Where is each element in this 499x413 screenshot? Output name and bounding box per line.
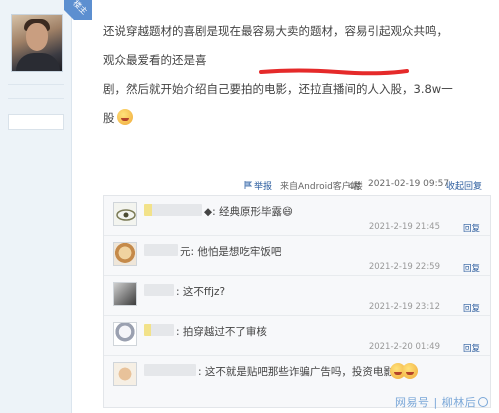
reply-text: : 拍穿越过不了审核 bbox=[176, 326, 267, 338]
avatar-face bbox=[26, 23, 48, 51]
reply-avatar[interactable] bbox=[113, 362, 137, 386]
divider bbox=[8, 84, 64, 85]
reply-username-blurred[interactable] bbox=[144, 244, 178, 256]
reply-username-blurred[interactable] bbox=[144, 364, 196, 376]
netease-watermark: 网易号 | 柳林后 bbox=[395, 394, 489, 410]
reply-time: 2021-2-19 21:45 bbox=[368, 222, 440, 232]
collapse-replies-link[interactable]: 收起回复 bbox=[446, 179, 482, 192]
op-badge: 楼主 bbox=[64, 0, 92, 20]
reply-avatar[interactable] bbox=[113, 242, 137, 266]
reply-item: ◆: 经典原形毕露😄 2021-2-19 21:45 回复 bbox=[104, 196, 490, 236]
reply-text: ◆: 经典原形毕露😄 bbox=[204, 206, 293, 218]
reply-avatar[interactable] bbox=[113, 282, 137, 306]
reply-avatar[interactable] bbox=[113, 202, 137, 226]
reply-time: 2021-2-20 01:49 bbox=[368, 342, 440, 352]
divider bbox=[8, 98, 64, 99]
reply-text: : 这不ffjz? bbox=[176, 286, 226, 298]
reply-list: ◆: 经典原形毕露😄 2021-2-19 21:45 回复 元: 他怕是想吃牢饭… bbox=[103, 195, 491, 408]
surprised-emoji-icon bbox=[116, 109, 133, 125]
watermark-logo-icon bbox=[478, 397, 489, 407]
reply-username-blurred[interactable] bbox=[144, 324, 174, 336]
angry-emoji-icon bbox=[402, 363, 418, 379]
reply-item: : 这不ffjz? 2021-2-19 23:12 回复 bbox=[104, 276, 490, 316]
reply-item: : 拍穿越过不了审核 2021-2-20 01:49 回复 bbox=[104, 316, 490, 356]
post-line-2: 剧，然后就开始介绍自己要拍的电影，还拉直播间的人入股，3.8w一股 bbox=[103, 75, 453, 133]
poster-avatar[interactable] bbox=[11, 14, 63, 72]
reply-button[interactable]: 回复 bbox=[463, 262, 480, 274]
floor-number: 4楼 bbox=[348, 182, 363, 192]
reply-button[interactable]: 回复 bbox=[463, 342, 480, 354]
user-level-box bbox=[8, 114, 64, 130]
reply-text: 元: 他怕是想吃牢饭吧 bbox=[180, 246, 282, 258]
reply-username-blurred[interactable] bbox=[144, 204, 202, 216]
report-link[interactable]: 举报 bbox=[254, 179, 272, 192]
post-meta-bar: 举报 来自Android客户端 4楼 2021-02-19 09:57 收起回复 bbox=[244, 179, 489, 193]
post-datetime: 2021-02-19 09:57 bbox=[368, 179, 450, 189]
avatar-shirt bbox=[16, 53, 60, 71]
reply-time: 2021-2-19 23:12 bbox=[368, 302, 440, 312]
reply-button[interactable]: 回复 bbox=[463, 222, 480, 234]
user-info-column bbox=[0, 0, 72, 413]
eye-avatar-icon bbox=[116, 209, 136, 221]
report-flag-icon bbox=[244, 181, 252, 189]
red-underline-annotation bbox=[259, 68, 409, 76]
watermark-text: 网易号 | 柳林后 bbox=[395, 396, 477, 409]
forum-thread-page: 楼主 还说穿越题材的喜剧是现在最容易大卖的题材，容易引起观众共鸣，观众最爱看的还… bbox=[0, 0, 499, 413]
reply-item: 元: 他怕是想吃牢饭吧 2021-2-19 22:59 回复 bbox=[104, 236, 490, 276]
reply-text: : 这不就是贴吧那些诈骗广告吗，投资电影 bbox=[198, 366, 394, 378]
reply-time: 2021-2-19 22:59 bbox=[368, 262, 440, 272]
post-line-2-text: 剧，然后就开始介绍自己要拍的电影，还拉直播间的人入股，3.8w一股 bbox=[103, 82, 453, 125]
reply-avatar[interactable] bbox=[113, 322, 137, 346]
reply-button[interactable]: 回复 bbox=[463, 302, 480, 314]
reply-username-blurred[interactable] bbox=[144, 284, 174, 296]
